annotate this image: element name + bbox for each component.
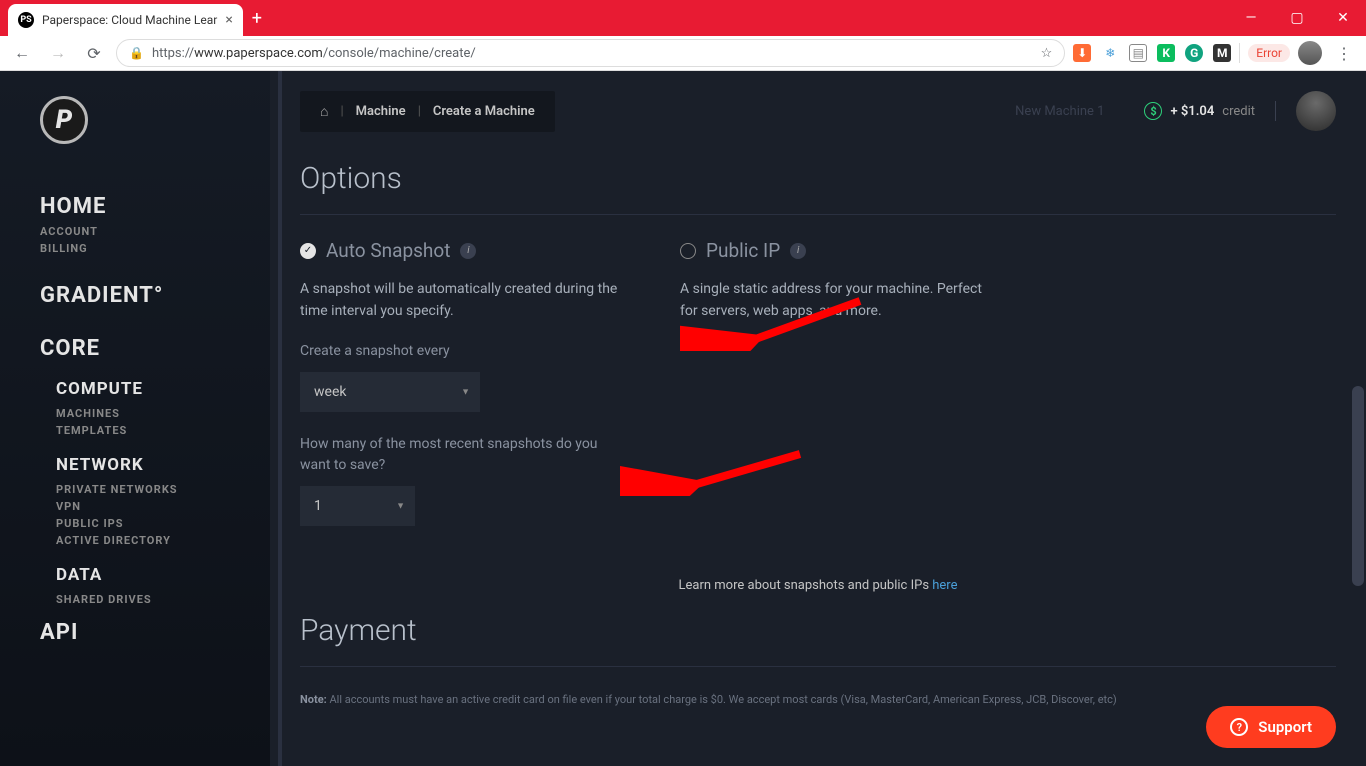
sidebar-gradient[interactable]: GRADIENT°: [40, 283, 270, 308]
credit-label: credit: [1222, 104, 1255, 119]
star-icon[interactable]: ☆: [1041, 46, 1053, 61]
credit-icon: $: [1144, 102, 1162, 120]
forward-button[interactable]: →: [44, 39, 72, 67]
browser-toolbar: ← → ⟳ 🔒 https://www.paperspace.com/conso…: [0, 36, 1366, 71]
breadcrumb: ⌂ | Machine | Create a Machine: [300, 91, 555, 132]
payment-note: Note: All accounts must have an active c…: [300, 691, 1336, 709]
close-tab-icon[interactable]: ×: [225, 12, 232, 28]
divider: [300, 214, 1336, 215]
support-label: Support: [1258, 718, 1312, 736]
extension-icon-6[interactable]: M: [1213, 44, 1231, 62]
sidebar: P HOME ACCOUNT BILLING GRADIENT° CORE CO…: [0, 71, 270, 766]
separator: [1275, 101, 1276, 121]
extension-icon-1[interactable]: ⬇: [1073, 44, 1091, 62]
topbar: ⌂ | Machine | Create a Machine New Machi…: [270, 71, 1366, 151]
sidebar-active-directory[interactable]: ACTIVE DIRECTORY: [56, 534, 270, 547]
auto-snapshot-checkbox[interactable]: ✓: [300, 243, 316, 259]
main-panel: ⌂ | Machine | Create a Machine New Machi…: [270, 71, 1366, 766]
auto-snapshot-option: ✓ Auto Snapshot i A snapshot will be aut…: [300, 239, 620, 548]
scrollbar-thumb[interactable]: [1352, 386, 1364, 586]
content: Options ✓ Auto Snapshot i A snapshot wil…: [270, 151, 1366, 738]
credit-badge[interactable]: $ + $1.04 credit: [1144, 102, 1255, 120]
browser-titlebar: PS Paperspace: Cloud Machine Lear × + — …: [0, 0, 1366, 36]
auto-snapshot-title: Auto Snapshot: [326, 239, 450, 262]
sidebar-api[interactable]: API: [40, 620, 270, 645]
sidebar-vpn[interactable]: VPN: [56, 500, 270, 513]
extension-icon-4[interactable]: K: [1157, 44, 1175, 62]
support-button[interactable]: ? Support: [1206, 706, 1336, 748]
sidebar-templates[interactable]: TEMPLATES: [56, 424, 270, 437]
reload-button[interactable]: ⟳: [80, 39, 108, 67]
credit-prefix: +: [1170, 104, 1180, 119]
logo[interactable]: P: [40, 96, 270, 144]
user-avatar[interactable]: [1296, 91, 1336, 131]
note-text: All accounts must have an active credit …: [327, 693, 1117, 706]
sidebar-data[interactable]: DATA: [56, 565, 270, 585]
info-icon[interactable]: i: [460, 243, 476, 259]
credit-amount: $1.04: [1181, 104, 1214, 119]
public-ip-option: Public IP i A single static address for …: [680, 239, 1000, 548]
extension-icon-2[interactable]: ❄: [1101, 44, 1119, 62]
sidebar-network[interactable]: NETWORK: [56, 455, 270, 475]
address-bar[interactable]: 🔒 https://www.paperspace.com/console/mac…: [116, 39, 1065, 67]
machine-name-ghost: New Machine 1: [1015, 104, 1104, 119]
sidebar-account[interactable]: ACCOUNT: [40, 225, 270, 238]
breadcrumb-sep: |: [418, 104, 421, 119]
maximize-button[interactable]: ▢: [1274, 0, 1320, 36]
browser-profile-avatar[interactable]: [1298, 41, 1322, 65]
tab-title: Paperspace: Cloud Machine Lear: [42, 13, 217, 27]
browser-tab[interactable]: PS Paperspace: Cloud Machine Lear ×: [8, 4, 243, 36]
close-window-button[interactable]: ✕: [1320, 0, 1366, 36]
back-button[interactable]: ←: [8, 39, 36, 67]
app-root: P HOME ACCOUNT BILLING GRADIENT° CORE CO…: [0, 71, 1366, 766]
minimize-button[interactable]: —: [1228, 0, 1274, 36]
sidebar-shared-drives[interactable]: SHARED DRIVES: [56, 593, 270, 606]
sidebar-compute[interactable]: COMPUTE: [56, 379, 270, 399]
snapshot-frequency-label: Create a snapshot every: [300, 341, 620, 362]
snapshot-count-select[interactable]: 1: [300, 486, 415, 526]
options-row: ✓ Auto Snapshot i A snapshot will be aut…: [300, 239, 1336, 548]
extension-icons: ⬇ ❄ ▤ K G M: [1073, 44, 1231, 62]
snapshot-count-label: How many of the most recent snapshots do…: [300, 434, 620, 476]
error-badge[interactable]: Error: [1248, 44, 1290, 62]
sidebar-machines[interactable]: MACHINES: [56, 407, 270, 420]
divider: [300, 666, 1336, 667]
learn-more: Learn more about snapshots and public IP…: [300, 578, 1336, 593]
options-title: Options: [300, 161, 1336, 196]
window-controls: — ▢ ✕: [1228, 0, 1366, 36]
breadcrumb-machine[interactable]: Machine: [356, 104, 406, 119]
public-ip-title: Public IP: [706, 239, 780, 262]
new-tab-button[interactable]: +: [243, 4, 271, 32]
url-host: www.paperspace.com: [194, 46, 323, 61]
breadcrumb-sep: |: [340, 104, 343, 119]
sidebar-core[interactable]: CORE: [40, 336, 270, 361]
url-protocol: https://: [152, 46, 194, 61]
extension-icon-5[interactable]: G: [1185, 44, 1203, 62]
auto-snapshot-desc: A snapshot will be automatically created…: [300, 278, 620, 323]
sidebar-private-networks[interactable]: PRIVATE NETWORKS: [56, 483, 270, 496]
favicon-icon: PS: [18, 12, 34, 28]
sidebar-billing[interactable]: BILLING: [40, 242, 270, 255]
public-ip-checkbox[interactable]: [680, 243, 696, 259]
extension-icon-3[interactable]: ▤: [1129, 44, 1147, 62]
lock-icon: 🔒: [129, 46, 144, 60]
browser-menu-button[interactable]: ⋮: [1330, 44, 1358, 63]
note-label: Note:: [300, 693, 327, 706]
payment-title: Payment: [300, 613, 1336, 648]
info-icon[interactable]: i: [790, 243, 806, 259]
breadcrumb-create: Create a Machine: [433, 104, 535, 119]
sidebar-home[interactable]: HOME: [40, 194, 270, 219]
url-path: /console/machine/create/: [323, 46, 476, 61]
support-icon: ?: [1230, 718, 1248, 736]
scrollbar-track[interactable]: [1350, 126, 1366, 766]
home-icon[interactable]: ⌂: [320, 103, 328, 120]
learn-more-link[interactable]: here: [932, 578, 957, 593]
learn-more-text: Learn more about snapshots and public IP…: [679, 578, 933, 593]
snapshot-frequency-select[interactable]: week: [300, 372, 480, 412]
sidebar-public-ips[interactable]: PUBLIC IPS: [56, 517, 270, 530]
public-ip-desc: A single static address for your machine…: [680, 278, 1000, 323]
